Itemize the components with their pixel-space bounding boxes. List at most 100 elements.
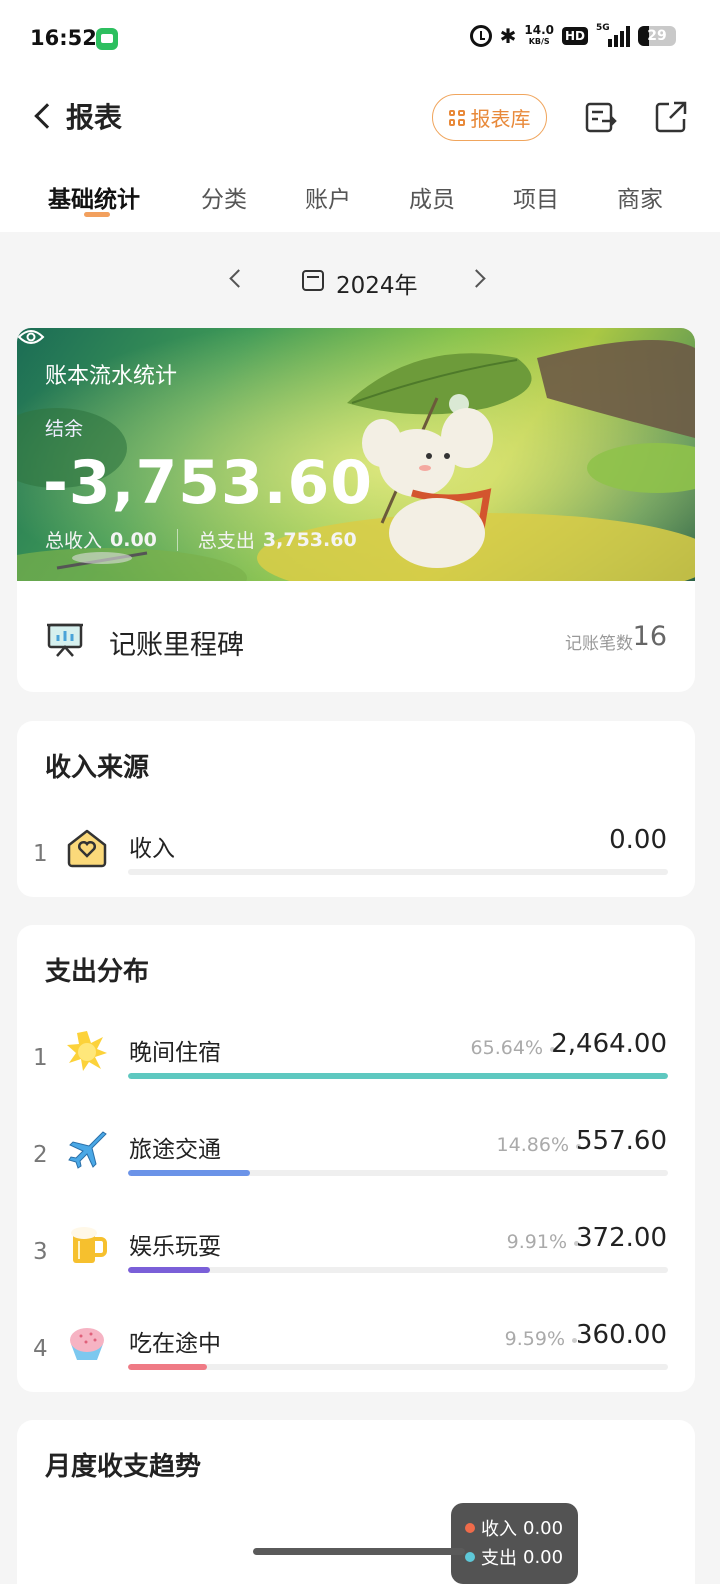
expense-category-label: 旅途交通: [129, 1137, 221, 1163]
tooltip-income-row: 收入 0.00: [465, 1515, 563, 1541]
message-notification-icon: [96, 28, 118, 50]
income-amount: 0.00: [609, 825, 667, 855]
tooltip-income-label: 收入: [481, 1519, 517, 1540]
active-tab-indicator: [84, 212, 110, 217]
banner-title: 账本流水统计: [45, 364, 178, 389]
list-item[interactable]: 3 娱乐玩耍 9.91% 372.00: [17, 1223, 695, 1303]
home-indicator[interactable]: [253, 1548, 465, 1555]
network-speed: 14.0 KB/S: [524, 23, 554, 47]
expense-legend-dot: [465, 1552, 475, 1562]
battery-level: 29: [647, 28, 667, 44]
alarm-icon: [469, 25, 492, 47]
rank-number: 1: [33, 841, 48, 867]
milestone-card[interactable]: 记账里程碑 记账笔数 16: [17, 581, 695, 692]
page-title: 报表: [66, 101, 123, 134]
expense-progress-track: [128, 1267, 668, 1273]
eye-icon[interactable]: [17, 328, 45, 346]
summary-divider: [176, 528, 178, 551]
rank-number: 2: [33, 1142, 48, 1168]
shaved-ice-icon: [70, 1328, 104, 1360]
bluetooth-icon: ✱: [499, 24, 517, 48]
total-income-value: 0.00: [110, 528, 157, 551]
expense-progress-bar: [128, 1073, 668, 1079]
expense-percent: 65.64%: [470, 1037, 543, 1059]
hd-badge: HD: [561, 27, 588, 45]
tab-basic-stats[interactable]: 基础统计: [48, 180, 140, 214]
income-expense-summary: 总收入 0.00 总支出 3,753.60: [45, 526, 357, 553]
balance-label: 结余: [45, 418, 84, 440]
period-label[interactable]: 2024年: [336, 266, 418, 300]
expense-progress-track: [128, 1170, 668, 1176]
tooltip-expense-row: 支出 0.00: [465, 1544, 563, 1570]
tab-category[interactable]: 分类: [201, 180, 247, 214]
income-section-title: 收入来源: [45, 753, 150, 783]
expense-amount: 2,464.00: [551, 1029, 667, 1059]
report-library-button[interactable]: 报表库: [432, 94, 547, 141]
status-time: 16:52: [30, 26, 97, 50]
chart-tooltip: 收入 0.00 支出 0.00: [451, 1503, 578, 1584]
house-heart-icon: [67, 829, 107, 868]
tab-account[interactable]: 账户: [305, 180, 351, 214]
list-item[interactable]: 1 收入 0.00: [17, 825, 695, 905]
tooltip-expense-label: 支出: [481, 1548, 517, 1569]
list-item[interactable]: 1 晚间住宿 65.64% 2,464.00: [17, 1029, 695, 1109]
signal-icon: 5G: [596, 23, 630, 47]
income-source-card: 收入来源 1 收入 0.00: [17, 721, 695, 897]
tab-merchant[interactable]: 商家: [617, 180, 663, 214]
expense-percent: 14.86%: [496, 1134, 569, 1156]
tooltip-income-value: 0.00: [523, 1517, 564, 1539]
beer-mug-icon: [71, 1227, 107, 1263]
export-report-icon[interactable]: [584, 100, 618, 134]
rank-number: 4: [33, 1336, 48, 1362]
tab-bar: 基础统计 分类 账户 成员 项目 商家: [0, 158, 720, 232]
ledger-summary-banner: 账本流水统计 结余 -3,753.60 总收入 0.00 总支出 3,753.60: [17, 328, 695, 581]
tab-member[interactable]: 成员: [409, 180, 455, 214]
expense-category-label: 娱乐玩耍: [129, 1234, 221, 1260]
income-progress-track: [128, 869, 668, 875]
chevron-right-icon[interactable]: [467, 269, 486, 288]
app-header: 报表 报表库: [0, 80, 720, 158]
expense-progress-track: [128, 1364, 668, 1370]
status-bar: 16:52 ✱ 14.0 KB/S HD 5G 29: [0, 0, 720, 80]
expense-category-label: 吃在途中: [129, 1331, 221, 1357]
income-legend-dot: [465, 1523, 475, 1533]
status-icons: ✱ 14.0 KB/S HD 5G 29: [469, 23, 676, 48]
expense-amount: 557.60: [576, 1126, 667, 1156]
rank-number: 1: [33, 1045, 48, 1071]
trend-section-title: 月度收支趋势: [45, 1452, 202, 1482]
report-library-label: 报表库: [470, 107, 531, 131]
expense-progress-track: [128, 1073, 668, 1079]
tab-project[interactable]: 项目: [513, 180, 559, 214]
back-button[interactable]: 报表: [30, 96, 122, 136]
rank-number: 3: [33, 1239, 48, 1265]
expense-progress-bar: [128, 1267, 210, 1273]
expense-progress-bar: [128, 1170, 251, 1176]
expense-amount: 372.00: [576, 1223, 667, 1253]
network-type: 5G: [596, 23, 610, 33]
income-category-label: 收入: [129, 836, 175, 862]
network-speed-unit: KB/S: [528, 37, 550, 46]
expense-progress-bar: [128, 1364, 207, 1370]
chevron-left-icon: [34, 103, 60, 129]
presentation-board-icon: [47, 623, 83, 657]
grid-icon: [448, 109, 465, 126]
expense-distribution-card: 支出分布 1 晚间住宿 65.64% 2,464.00 2 旅途交通 14.86…: [17, 925, 695, 1392]
expense-section-title: 支出分布: [45, 957, 150, 987]
chevron-left-icon[interactable]: [229, 269, 248, 288]
share-icon[interactable]: [654, 100, 688, 134]
record-count-value: 16: [632, 621, 667, 652]
total-expense-label: 总支出: [197, 530, 255, 552]
total-expense-value: 3,753.60: [262, 528, 357, 551]
total-income-label: 总收入: [45, 530, 103, 552]
monthly-trend-card: 月度收支趋势: [17, 1420, 695, 1584]
list-item[interactable]: 2 旅途交通 14.86% 557.60: [17, 1126, 695, 1206]
list-item[interactable]: 4 吃在途中 9.59% 360.00: [17, 1320, 695, 1400]
expense-percent: 9.91%: [506, 1231, 567, 1253]
expense-percent: 9.59%: [504, 1328, 565, 1350]
balance-value: -3,753.60: [43, 448, 373, 518]
period-selector: 2024年: [0, 256, 720, 306]
battery-icon: 29: [638, 26, 676, 46]
network-speed-value: 14.0: [524, 23, 554, 37]
expense-amount: 360.00: [576, 1320, 667, 1350]
calendar-icon[interactable]: [302, 270, 324, 291]
